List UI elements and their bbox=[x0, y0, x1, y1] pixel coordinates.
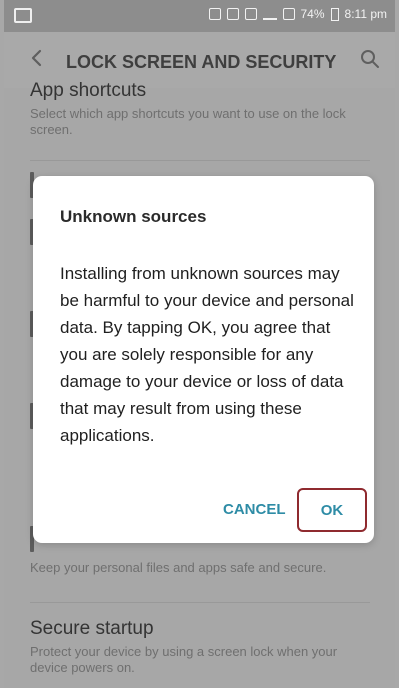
ok-label: OK bbox=[320, 502, 344, 519]
dialog-message: Installing from unknown sources may be h… bbox=[60, 264, 354, 445]
dialog-actions: CANCEL OK bbox=[33, 483, 374, 543]
dialog-title: Unknown sources bbox=[60, 207, 207, 226]
cancel-button[interactable]: CANCEL bbox=[223, 501, 286, 518]
ok-button[interactable]: OK bbox=[297, 488, 367, 532]
unknown-sources-dialog: Unknown sources Installing from unknown … bbox=[33, 176, 374, 543]
